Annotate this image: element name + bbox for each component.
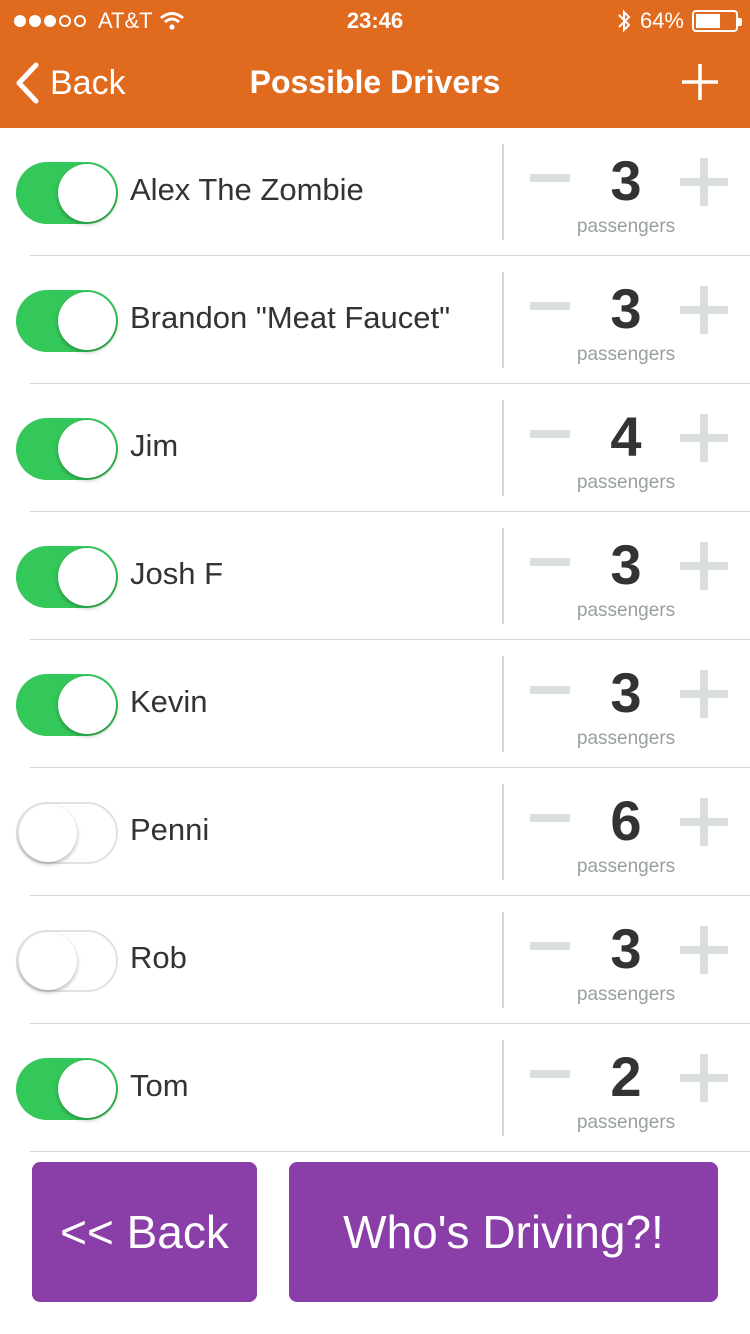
driver-enabled-toggle[interactable] [16, 290, 118, 352]
toggle-knob [58, 420, 116, 478]
whos-driving-button[interactable]: Who's Driving?! [289, 1162, 718, 1302]
passenger-count: 2 [610, 1045, 642, 1108]
increase-passengers-button[interactable] [680, 926, 728, 974]
footer-back-button[interactable]: << Back [32, 1162, 257, 1302]
toggle-knob [58, 1060, 116, 1118]
driver-enabled-toggle[interactable] [16, 418, 118, 480]
driver-row: Josh F 3 passengers [0, 512, 750, 640]
driver-row: Penni 6 passengers [0, 768, 750, 896]
decrease-passengers-button[interactable] [530, 686, 570, 694]
driver-name: Josh F [130, 556, 224, 591]
toggle-knob [58, 548, 116, 606]
decrease-passengers-button[interactable] [530, 814, 570, 822]
passengers-label: passengers [576, 728, 676, 749]
divider [502, 400, 504, 496]
decrease-passengers-button[interactable] [530, 302, 570, 310]
passenger-count: 3 [610, 661, 642, 724]
driver-row: Alex The Zombie 3 passengers [0, 128, 750, 256]
divider [502, 1040, 504, 1136]
toggle-knob [58, 164, 116, 222]
driver-name: Rob [130, 940, 187, 975]
divider [502, 272, 504, 368]
toggle-knob [58, 292, 116, 350]
increase-passengers-button[interactable] [680, 158, 728, 206]
passenger-count: 3 [610, 917, 642, 980]
driver-name: Alex The Zombie [130, 172, 364, 207]
add-driver-button[interactable] [678, 60, 722, 104]
bluetooth-icon [618, 9, 631, 33]
row-divider [30, 1151, 750, 1152]
driver-row: Jim 4 passengers [0, 384, 750, 512]
decrease-passengers-button[interactable] [530, 558, 570, 566]
passenger-count: 4 [610, 405, 642, 468]
increase-passengers-button[interactable] [680, 286, 728, 334]
increase-passengers-button[interactable] [680, 542, 728, 590]
divider [502, 784, 504, 880]
page-title: Possible Drivers [249, 64, 501, 100]
divider [502, 528, 504, 624]
passenger-count: 3 [610, 277, 642, 340]
passenger-count: 6 [610, 789, 642, 852]
toggle-knob [19, 804, 77, 862]
increase-passengers-button[interactable] [680, 414, 728, 462]
driver-enabled-toggle[interactable] [16, 1058, 118, 1120]
divider [502, 144, 504, 240]
status-bar: AT&T 23:46 64% [0, 0, 750, 40]
driver-enabled-toggle[interactable] [16, 802, 118, 864]
passengers-label: passengers [576, 216, 676, 237]
toggle-knob [19, 932, 77, 990]
divider [502, 656, 504, 752]
increase-passengers-button[interactable] [680, 670, 728, 718]
driver-name: Tom [130, 1068, 189, 1103]
passengers-label: passengers [576, 1112, 676, 1133]
increase-passengers-button[interactable] [680, 1054, 728, 1102]
driver-list: Alex The Zombie 3 passengers Brandon "Meat … [0, 128, 750, 1152]
driver-row: Kevin 3 passengers [0, 640, 750, 768]
passengers-label: passengers [576, 600, 676, 621]
driver-name: Penni [130, 812, 210, 847]
driver-enabled-toggle[interactable] [16, 674, 118, 736]
driver-row: Rob 3 passengers [0, 896, 750, 1024]
increase-passengers-button[interactable] [680, 798, 728, 846]
battery-icon [692, 10, 742, 32]
passenger-count: 3 [610, 149, 642, 212]
driver-name: Brandon "Meat Faucet" [130, 300, 451, 335]
passenger-count: 3 [610, 533, 642, 596]
decrease-passengers-button[interactable] [530, 174, 570, 182]
passengers-label: passengers [576, 472, 676, 493]
divider [502, 912, 504, 1008]
driver-enabled-toggle[interactable] [16, 930, 118, 992]
decrease-passengers-button[interactable] [530, 1070, 570, 1078]
driver-row: Tom 2 passengers [0, 1024, 750, 1152]
passengers-label: passengers [576, 344, 676, 365]
nav-bar: AT&T 23:46 64% Back Possible Drivers [0, 0, 750, 128]
toggle-knob [58, 676, 116, 734]
decrease-passengers-button[interactable] [530, 430, 570, 438]
driver-enabled-toggle[interactable] [16, 162, 118, 224]
driver-enabled-toggle[interactable] [16, 546, 118, 608]
battery-percent: 64% [639, 8, 684, 33]
driver-row: Brandon "Meat Faucet" 3 passengers [0, 256, 750, 384]
decrease-passengers-button[interactable] [530, 942, 570, 950]
driver-name: Kevin [130, 684, 208, 719]
passengers-label: passengers [576, 984, 676, 1005]
passengers-label: passengers [576, 856, 676, 877]
driver-name: Jim [130, 428, 179, 463]
